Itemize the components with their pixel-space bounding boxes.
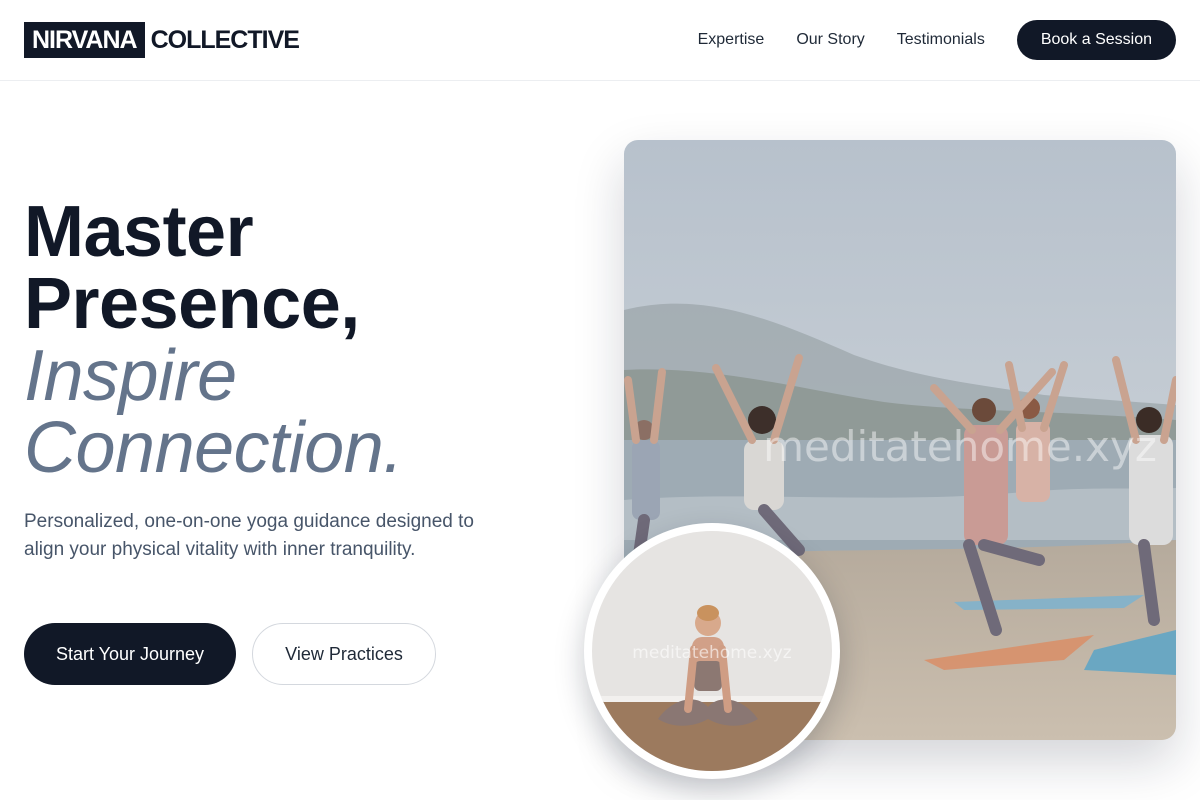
- hero-headline-line-4: Connection.: [24, 408, 403, 488]
- nav-link-our-story[interactable]: Our Story: [796, 31, 864, 49]
- hero-subtitle: Personalized, one-on-one yoga guidance d…: [24, 511, 474, 560]
- start-journey-button[interactable]: Start Your Journey: [24, 623, 236, 685]
- brand-logo[interactable]: NIRVANA COLLECTIVE: [24, 22, 300, 58]
- nav-link-testimonials[interactable]: Testimonials: [897, 31, 985, 49]
- hero-headline-line-2: Presence,: [24, 264, 360, 344]
- instructor-photo: meditatehome.xyz: [592, 531, 832, 771]
- main-nav: Expertise Our Story Testimonials Book a …: [698, 20, 1176, 60]
- site-header: NIRVANA COLLECTIVE Expertise Our Story T…: [0, 0, 1200, 81]
- avatar-watermark: meditatehome.xyz: [632, 643, 792, 663]
- book-session-button[interactable]: Book a Session: [1016, 20, 1176, 60]
- view-practices-button[interactable]: View Practices: [252, 623, 436, 685]
- photo-watermark: meditatehome.xyz: [763, 422, 1157, 471]
- hero-headline: Master Presence, Inspire Connection.: [24, 196, 564, 484]
- nav-link-expertise[interactable]: Expertise: [698, 31, 765, 49]
- logo-box-text: NIRVANA: [24, 22, 145, 58]
- logo-wordmark: COLLECTIVE: [150, 26, 300, 54]
- hero-headline-line-3: Inspire: [24, 336, 237, 416]
- instructor-avatar: meditatehome.xyz: [584, 523, 840, 779]
- hero-headline-line-1: Master: [24, 192, 254, 272]
